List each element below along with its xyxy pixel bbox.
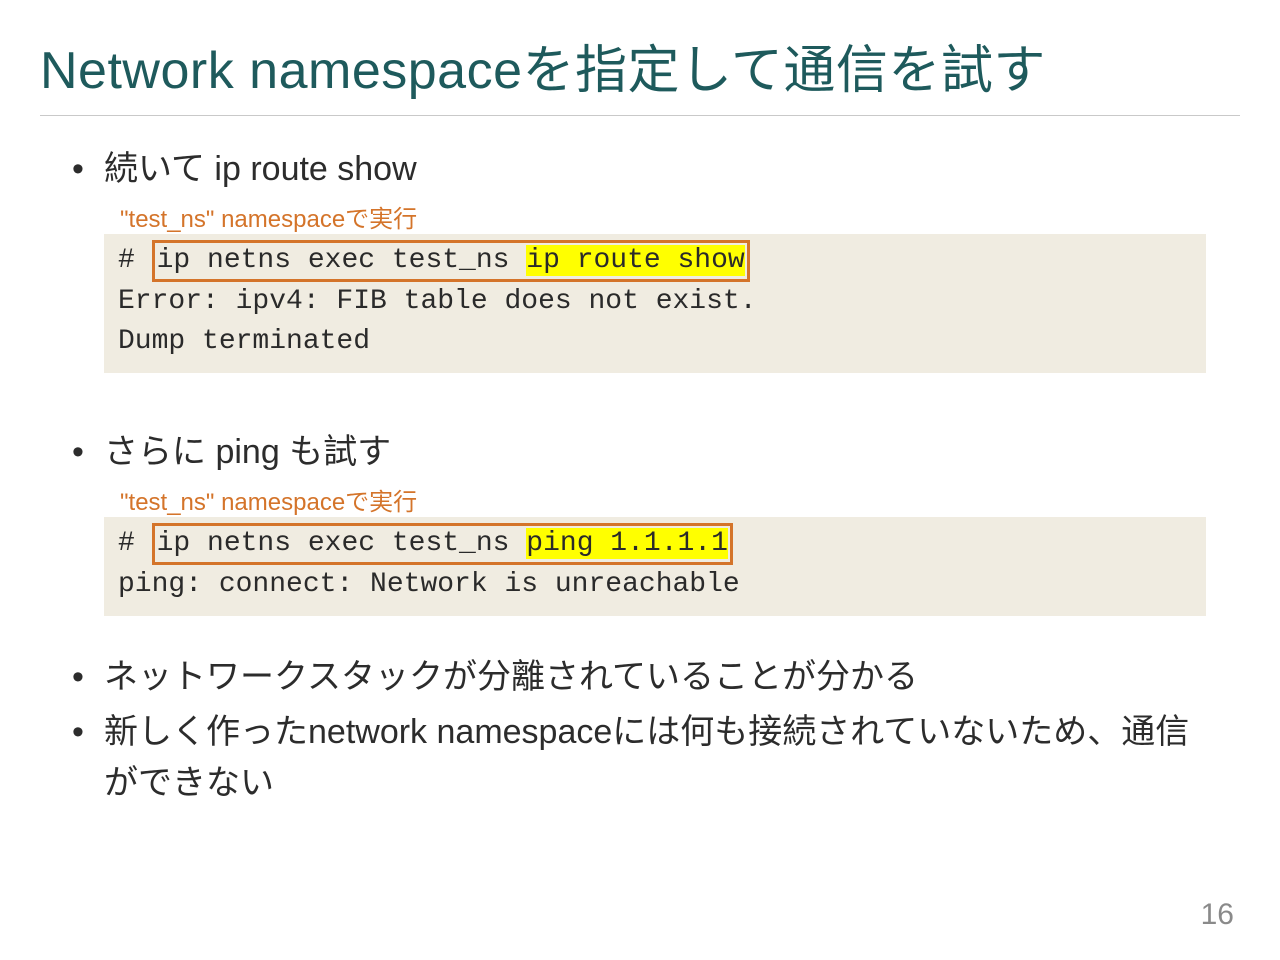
- code2-highlight: ping 1.1.1.1: [526, 528, 728, 559]
- bullet-3: ネットワークスタックが分離されていることが分かる: [64, 652, 1206, 703]
- code2-boxed-command: ip netns exec test_ns ping 1.1.1.1: [152, 523, 733, 565]
- code1-boxed-command: ip netns exec test_ns ip route show: [152, 240, 750, 282]
- bullet-2: さらに ping も試す: [64, 427, 1206, 478]
- bullet-1: 続いて ip route show: [64, 144, 1206, 195]
- annotation-1: "test_ns" namespaceで実行: [120, 199, 1206, 234]
- code1-highlight: ip route show: [526, 245, 744, 276]
- code2-output-line1: ping: connect: Network is unreachable: [118, 565, 1192, 604]
- page-number: 16: [1201, 898, 1234, 932]
- code1-prompt: #: [118, 245, 152, 276]
- annotation-2: "test_ns" namespaceで実行: [120, 482, 1206, 517]
- slide-title: Network namespaceを指定して通信を試す: [0, 0, 1280, 115]
- title-divider: [40, 115, 1240, 116]
- code1-output-line1: Error: ipv4: FIB table does not exist.: [118, 282, 1192, 321]
- code2-boxed-text: ip netns exec test_ns: [157, 528, 527, 559]
- code-block-2: # ip netns exec test_ns ping 1.1.1.1 pin…: [104, 517, 1206, 617]
- code2-prompt: #: [118, 528, 152, 559]
- code1-output-line2: Dump terminated: [118, 322, 1192, 361]
- slide-content: 続いて ip route show "test_ns" namespaceで実行…: [0, 144, 1280, 809]
- code1-boxed-text: ip netns exec test_ns: [157, 245, 527, 276]
- code2-command-line: # ip netns exec test_ns ping 1.1.1.1: [118, 523, 1192, 565]
- bullet-4: 新しく作ったnetwork namespaceには何も接続されていないため、通信…: [64, 707, 1206, 809]
- code-block-1: # ip netns exec test_ns ip route show Er…: [104, 234, 1206, 373]
- code1-command-line: # ip netns exec test_ns ip route show: [118, 240, 1192, 282]
